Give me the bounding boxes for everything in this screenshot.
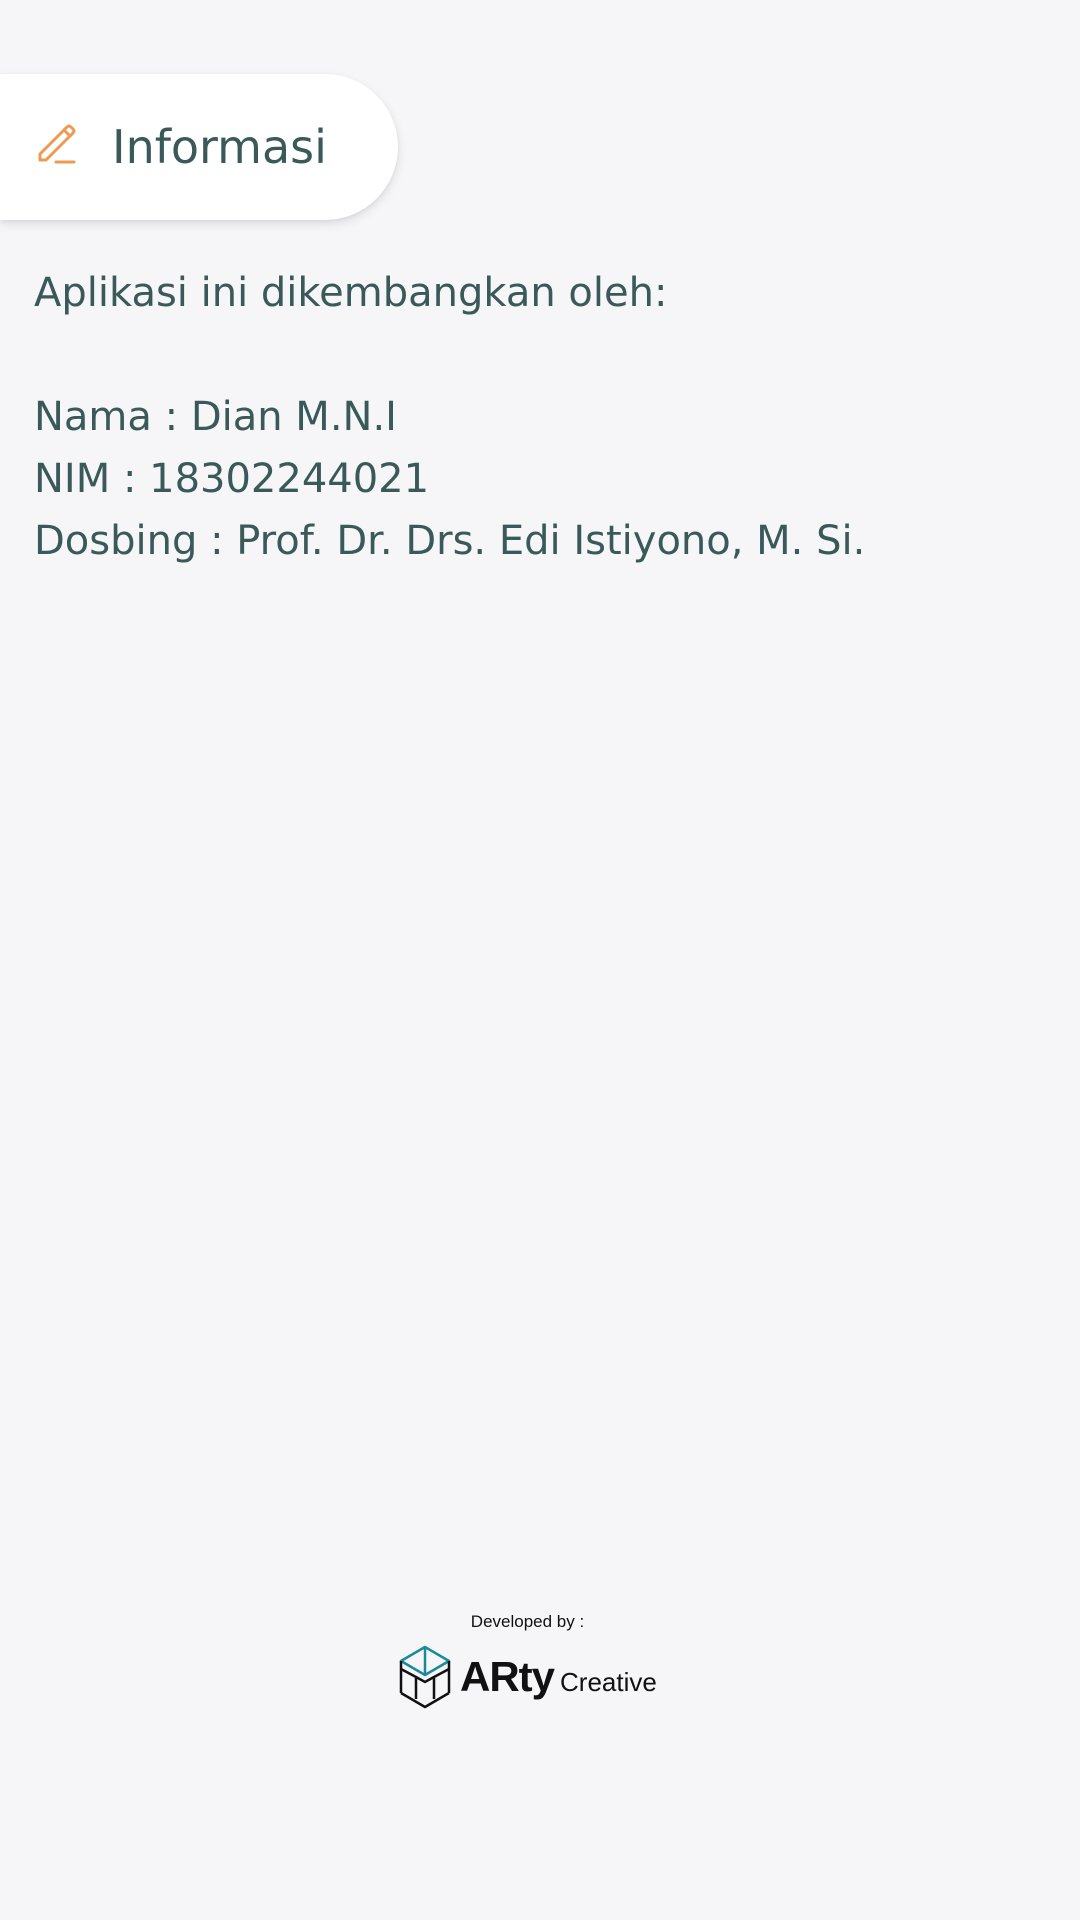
brand-subtitle: Creative (560, 1666, 657, 1697)
page-header: Informasi (0, 74, 398, 220)
brand-name: ARty (460, 1653, 555, 1700)
developer-advisor: Dosbing : Prof. Dr. Drs. Edi Istiyono, M… (34, 518, 866, 564)
brand-logo: ARty Creative (396, 1642, 657, 1712)
cube-logo-icon (399, 1645, 451, 1709)
developed-by-label: Developed by : (470, 1612, 585, 1631)
developer-name: Nama : Dian M.N.I (34, 394, 397, 440)
intro-text: Aplikasi ini dikembangkan oleh: (34, 270, 668, 316)
pencil-icon (38, 124, 76, 164)
developer-info: Aplikasi ini dikembangkan oleh: Nama : D… (34, 262, 865, 572)
page-title: Informasi (112, 120, 327, 174)
developer-nim: NIM : 18302244021 (34, 456, 430, 502)
